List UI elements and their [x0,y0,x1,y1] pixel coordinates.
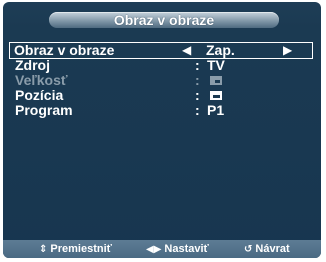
menu-item-label: Program [15,102,73,118]
separator-colon: : [195,57,200,73]
left-right-icon: ◀▶ [146,244,162,255]
menu-item-label: Veľkosť [15,72,68,88]
menu-item-label: Pozícia [15,87,64,103]
up-down-icon: ⇕ [39,244,48,255]
menu-item-value: P1 [207,102,225,118]
menu-item-program[interactable]: Program : P1 [11,103,311,118]
menu-item-value: Zap. [206,42,235,58]
osd-panel: Obraz v obraze Obraz v obraze ◀ Zap. ▶ Z… [3,2,321,258]
menu-item-size: Veľkosť : [11,73,311,88]
arrow-right-icon[interactable]: ▶ [283,43,292,58]
menu-item-source[interactable]: Zdroj : TV [11,58,311,73]
footer-adjust: ◀▶ Nastaviť [146,240,209,258]
menu-item-position[interactable]: Pozícia : [11,88,311,103]
return-icon: ↺ [244,244,253,255]
footer-return-label: Návrat [255,243,290,255]
arrow-left-icon[interactable]: ◀ [182,43,191,58]
page-title: Obraz v obraze [113,12,215,28]
pip-size-icon [210,76,222,85]
menu-item-pip[interactable]: Obraz v obraze ◀ Zap. ▶ [9,42,313,59]
title-bar: Obraz v obraze [49,12,279,28]
menu-item-label: Obraz v obraze [14,42,115,58]
footer-return: ↺ Návrat [244,240,290,258]
pip-position-icon [210,91,222,100]
footer-adjust-label: Nastaviť [164,243,209,255]
menu-item-label: Zdroj [15,57,50,73]
footer-move: ⇕ Premiestniť [39,240,112,258]
separator-colon: : [195,87,200,103]
menu-item-value: TV [207,57,225,73]
separator-colon: : [195,72,200,88]
separator-colon: : [195,102,200,118]
footer-move-label: Premiestniť [50,243,112,255]
footer-help-bar: ⇕ Premiestniť ◀▶ Nastaviť ↺ Návrat [3,240,321,258]
